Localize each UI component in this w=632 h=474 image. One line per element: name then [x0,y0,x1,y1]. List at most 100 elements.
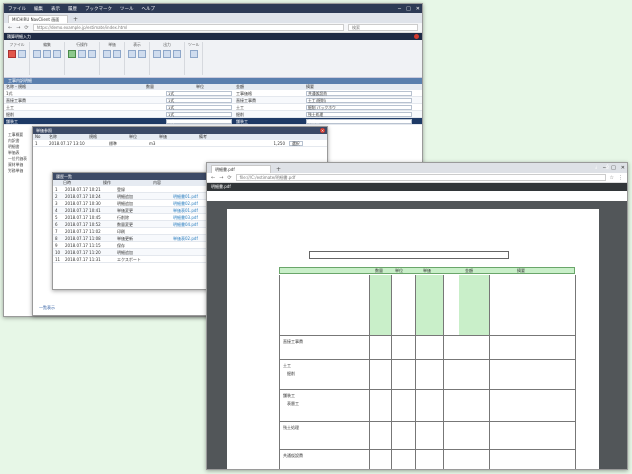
move-icon[interactable] [88,50,96,58]
tab-strip: MICHIRU NavClient 画面 + [4,13,422,23]
new-tab-icon[interactable]: + [70,16,81,23]
calc-icon[interactable] [113,50,121,58]
address-input[interactable]: https://demo.example.jp/estimate/index.h… [32,24,344,31]
quantity-field[interactable]: 1式 [166,105,232,110]
spec-field[interactable]: 共通仮設費 [306,91,412,96]
menu-item[interactable]: ツール [120,6,134,12]
dialog-close-icon[interactable]: × [320,128,325,133]
reload-icon[interactable]: ⟳ [24,25,28,31]
table-header: 単価 [423,268,431,273]
browser-tab[interactable]: 明細書.pdf [211,165,271,173]
history-cell: 2018.07.17 10:30 [65,201,101,206]
browser-tab[interactable]: MICHIRU NavClient 画面 [8,15,68,23]
quantity-field[interactable]: 1式 [166,119,232,124]
new-tab-icon[interactable]: + [273,166,284,173]
history-cell: 9 [55,243,58,248]
download-icon[interactable]: ⤓ [595,163,597,171]
paste-icon[interactable] [43,50,51,58]
cut-icon[interactable] [53,50,61,58]
spec-field[interactable]: 表層工 [306,119,412,124]
item-label: 残土処理 [283,425,299,430]
forward-icon[interactable]: → [16,25,20,31]
ribbon-group-file: ファイル [8,42,30,75]
pdf-viewport: 数量 単位 単価 金額 摘要 直接工事費 土工 掘削 舗装工 表層工 残土処理 … [207,201,627,469]
export-icon[interactable] [163,50,171,58]
table-header: 金額 [465,268,473,273]
item-label: 直接工事費 [283,339,303,344]
pdf-toolbar: 明細書.pdf ⤓ ⎙ [207,164,627,191]
history-cell: 2018.07.17 10:24 [65,194,101,199]
history-cell: 6 [55,222,58,227]
menu-item[interactable]: 履歴 [68,6,77,12]
history-cell: 印刷 [117,229,125,234]
spec-field[interactable]: 土工(掘削) [306,98,412,103]
print-icon[interactable]: ⎙ [606,163,609,171]
close-icon[interactable] [8,50,16,58]
reload-icon[interactable]: ⟳ [227,175,231,181]
select-button[interactable]: 選択 [289,141,303,146]
table-row[interactable]: 掘削 1式 掘削 残土処理 [4,111,422,118]
star-icon[interactable]: ☆ [610,175,614,181]
spec-field[interactable]: 掘削 バックホウ [306,105,412,110]
quantity-field[interactable]: 1式 [166,112,232,117]
menu-item[interactable]: 編集 [34,6,43,12]
menu-item[interactable]: ヘルプ [142,6,156,12]
dialog-title-bar: 単価参照 × [33,127,327,134]
history-cell: 2018.07.17 10:52 [65,222,101,227]
history-cell: 保存 [117,243,125,248]
history-cell: 2018.07.17 11:02 [65,229,101,234]
ribbon-group-view: 表示 [128,42,150,75]
table-row[interactable]: 土工 1式 土工 掘削 バックホウ [4,104,422,111]
delete-row-icon[interactable] [78,50,86,58]
minimize-icon[interactable]: ─ [398,6,401,12]
table-row[interactable]: 直接工事費 1式 直接工事費 土工(掘削) [4,97,422,104]
history-cell: 行削除 [117,215,129,220]
history-cell: 10 [55,250,61,255]
search-input[interactable]: 検索 [348,24,418,31]
print-icon[interactable] [153,50,161,58]
tool-icon[interactable] [189,50,198,58]
quantity-field[interactable]: 1式 [166,98,232,103]
table-row-selected[interactable]: 舗装工 1式 舗装工 表層工 [4,118,422,125]
item-label: 共通仮設費 [283,453,303,458]
close-icon[interactable]: ✕ [416,6,420,12]
history-cell: 数量変更 [117,222,133,227]
ribbon-group-row: 行操作 [68,42,100,75]
window-controls: ─ □ ✕ [398,4,420,13]
history-cell: 11 [55,257,61,262]
history-cell: 単価更新 [117,236,133,241]
back-icon[interactable]: ← [211,175,215,181]
history-cell: 2018.07.17 11:31 [65,257,101,262]
history-cell: 2018.07.17 11:15 [65,243,101,248]
history-cell: 明細追加 [117,201,133,206]
pdf-page: 数量 単位 単価 金額 摘要 直接工事費 土工 掘削 舗装工 表層工 残土処理 … [227,209,599,469]
menu-item[interactable]: ファイル [8,6,26,12]
menu-item[interactable]: ブックマーク [85,6,112,12]
unit-price-icon[interactable] [103,50,111,58]
history-cell: 登録 [117,187,125,192]
save-icon[interactable] [18,50,26,58]
maximize-icon[interactable]: □ [406,6,411,12]
table-row[interactable]: 1 2018.07.17 13:10 標準 m3 1,250 選択 [33,140,327,147]
zoom-icon[interactable] [138,50,146,58]
table-row[interactable]: 1式 1式 工事価格 共通仮設費 [4,90,422,97]
menu-item[interactable]: 表示 [51,6,60,12]
insert-row-icon[interactable] [68,50,76,58]
copy-icon[interactable] [33,50,41,58]
close-icon[interactable]: ✕ [621,165,625,171]
spec-field[interactable]: 残土処理 [306,112,412,117]
ribbon-toolbar: ファイル 編集 行操作 単価 表示 出力 ツール [4,40,422,78]
address-input[interactable]: file:///C:/estimate/明細書.pdf [235,174,606,181]
quantity-field[interactable]: 1式 [166,91,232,96]
back-icon[interactable]: ← [8,25,12,31]
pdf-icon[interactable] [173,50,181,58]
forward-icon[interactable]: → [219,175,223,181]
view-icon[interactable] [128,50,136,58]
history-cell: 8 [55,236,58,241]
menu-icon[interactable]: ⋮ [618,175,623,181]
history-cell: 単価変更 [117,208,133,213]
app-close-icon[interactable] [414,34,419,39]
history-cell: 明細追加 [117,194,133,199]
maximize-icon[interactable]: □ [611,165,616,171]
footer-left-link[interactable]: 一覧表示 [39,305,55,311]
